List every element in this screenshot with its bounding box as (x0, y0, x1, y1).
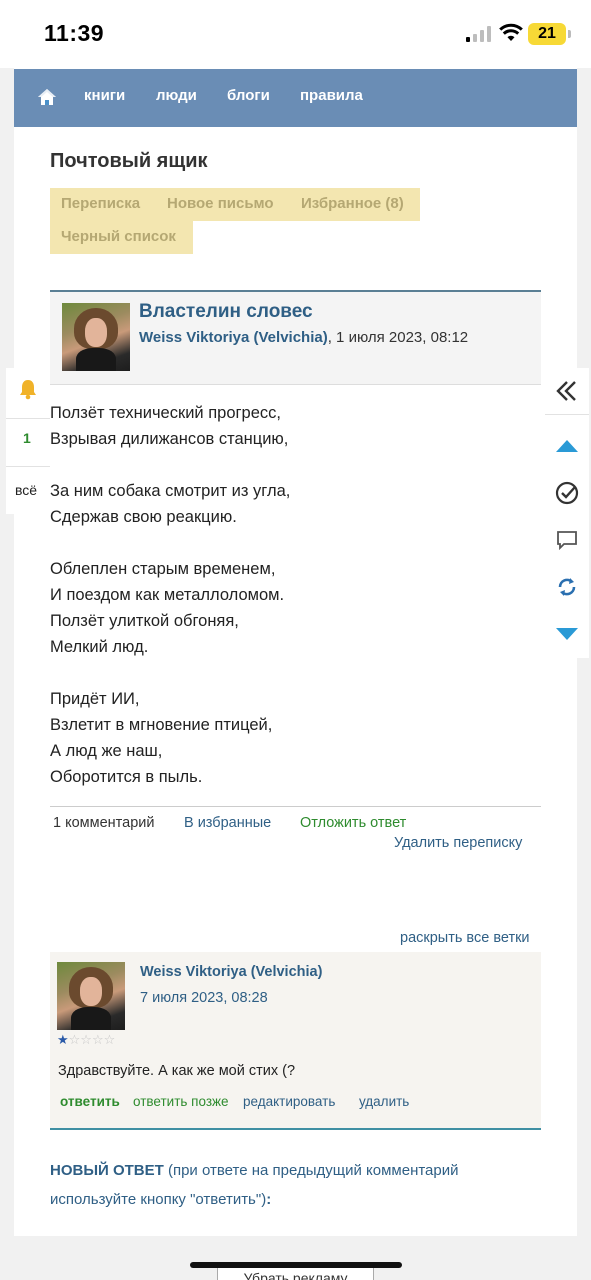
comment-date[interactable]: 7 июля 2023, 08:28 (140, 990, 268, 1006)
postpone-reply-link[interactable]: Отложить ответ (300, 815, 406, 831)
tab-favorites[interactable]: Избранное (8) (301, 195, 404, 212)
letter-body: Ползёт технический прогресс, Взрывая дил… (50, 400, 530, 790)
new-reply-label: НОВЫЙ ОТВЕТ (50, 1162, 164, 1179)
poem-line: Облеплен старым временем, (50, 560, 276, 578)
nav-books[interactable]: книги (84, 87, 125, 104)
collapse-panel-icon[interactable] (555, 379, 579, 403)
new-reply-hint: (при ответе на предыдущий комментарий (163, 1162, 459, 1179)
status-time: 11:39 (44, 20, 105, 46)
nav-blogs[interactable]: блоги (227, 87, 270, 104)
letter-date: , 1 июля 2023, 08:12 (327, 329, 469, 346)
poem-line: А люд же наш, (50, 742, 163, 760)
delete-thread-link[interactable]: Удалить переписку (394, 835, 522, 851)
poem-line: Сдержав свою реакцию. (50, 508, 237, 526)
comment-count: 1 комментарий (53, 815, 155, 831)
letter-meta: Weiss Viktoriya (Velvichia), 1 июля 2023… (139, 329, 468, 346)
star-empty-icon: ☆☆☆☆ (68, 1032, 116, 1047)
tab-blacklist[interactable]: Черный список (61, 228, 176, 245)
top-navigation: книги люди блоги правила (14, 69, 577, 127)
edit-link[interactable]: редактировать (243, 1094, 335, 1109)
poem-line: Взлетит в мгновение птицей, (50, 716, 273, 734)
poem-line: И поездом как металлоломом. (50, 586, 285, 604)
poem-line: Ползёт технический прогресс, (50, 404, 281, 422)
divider (50, 806, 541, 807)
letter-author-link[interactable]: Weiss Viktoriya (Velvichia) (139, 329, 328, 346)
mark-read-icon[interactable] (555, 481, 579, 505)
scroll-tools-panel (545, 368, 589, 658)
comment-avatar[interactable] (57, 962, 125, 1030)
scroll-down-icon[interactable] (555, 622, 579, 646)
comment-text: Здравствуйте. А как же мой стих (? (58, 1063, 296, 1079)
mailbox-tabs-row: Переписка Новое письмо Избранное (8) (50, 188, 420, 221)
mailbox-tabs-row-2: Черный список (50, 221, 193, 254)
scroll-up-icon[interactable] (555, 434, 579, 458)
comment-author-link[interactable]: Weiss Viktoriya (Velvichia) (140, 964, 322, 980)
wifi-icon (499, 23, 523, 41)
delete-link[interactable]: удалить (359, 1094, 409, 1109)
tab-new-letter[interactable]: Новое письмо (167, 195, 274, 212)
rating-stars: ★☆☆☆☆ (57, 1032, 115, 1048)
home-indicator (190, 1262, 402, 1268)
reply-later-link[interactable]: ответить позже (133, 1094, 229, 1109)
star-filled-icon: ★ (57, 1032, 69, 1047)
notifications-widget: 1 всё (6, 368, 50, 514)
letter-subject[interactable]: Властелин словес (139, 301, 313, 323)
expand-all-branches-link[interactable]: раскрыть все ветки (400, 930, 530, 946)
poem-line: Ползёт улиткой обгоняя, (50, 612, 239, 630)
cellular-signal-icon (466, 26, 491, 42)
add-to-favorites-link[interactable]: В избранные (184, 815, 271, 831)
comment-icon[interactable] (555, 528, 579, 552)
notifications-all-link[interactable]: всё (15, 482, 37, 498)
new-reply-hint-2: используйте кнопку "ответить") (50, 1191, 267, 1208)
refresh-icon[interactable] (555, 575, 579, 599)
poem-line (50, 452, 530, 478)
poem-line: Мелкий люд. (50, 638, 149, 656)
tab-correspondence[interactable]: Переписка (61, 195, 140, 212)
avatar[interactable] (62, 303, 130, 371)
status-bar: 11:39 21 (0, 0, 591, 68)
page-title: Почтовый ящик (50, 150, 208, 172)
bell-icon[interactable] (17, 378, 39, 400)
reply-link[interactable]: ответить (60, 1094, 120, 1109)
nav-rules[interactable]: правила (300, 87, 363, 104)
new-reply-colon: : (266, 1191, 272, 1208)
poem-line (50, 530, 530, 556)
poem-line: Придёт ИИ, (50, 690, 140, 708)
remove-ads-button[interactable]: Убрать рекламу (217, 1266, 374, 1280)
home-icon[interactable] (36, 86, 58, 108)
battery-indicator: 21 (528, 23, 571, 45)
poem-line: Взрывая дилижансов станцию, (50, 430, 289, 448)
notifications-count[interactable]: 1 (23, 430, 31, 446)
poem-line (50, 660, 530, 686)
poem-line: За ним собака смотрит из угла, (50, 482, 291, 500)
nav-people[interactable]: люди (156, 87, 197, 104)
poem-line: Оборотится в пыль. (50, 768, 203, 786)
